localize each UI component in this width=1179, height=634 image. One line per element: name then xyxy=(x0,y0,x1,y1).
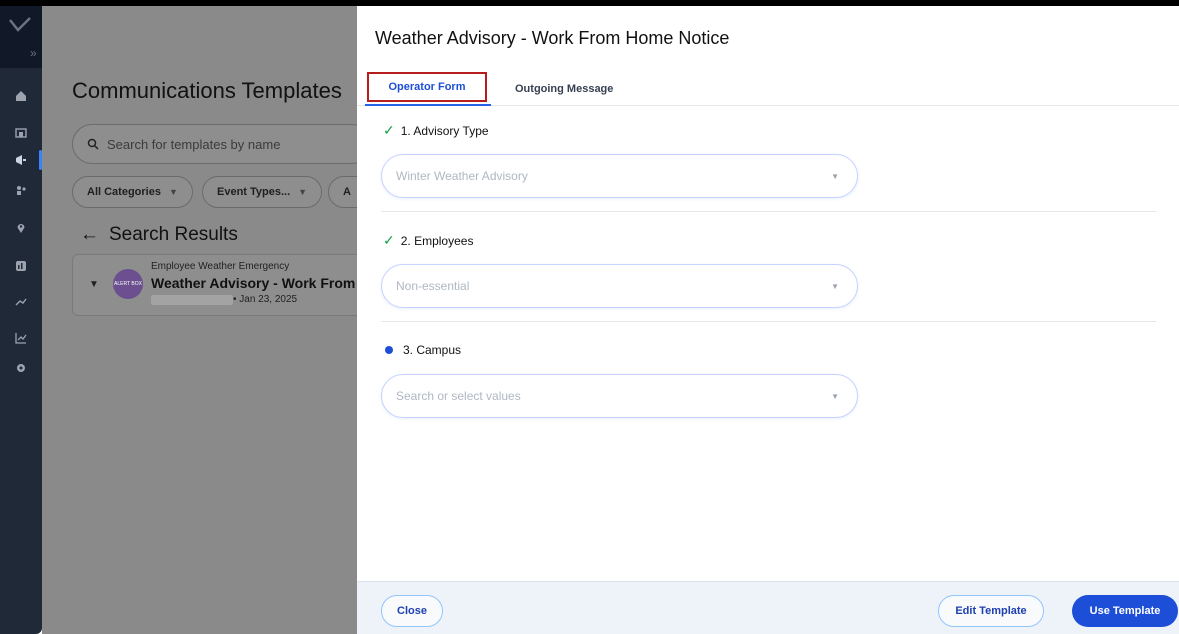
section-campus: 3. Campus xyxy=(383,343,461,357)
select-value: Winter Weather Advisory xyxy=(396,169,528,183)
modal-footer: Close Edit Template Use Template xyxy=(357,581,1179,634)
advisory-type-select[interactable]: Winter Weather Advisory ▼ xyxy=(381,154,858,198)
page-title: Communications Templates xyxy=(72,78,342,103)
result-name: Weather Advisory - Work From xyxy=(151,275,356,291)
campus-select[interactable]: Search or select values ▼ xyxy=(381,374,858,418)
section-advisory-type: ✓ 1. Advisory Type xyxy=(383,122,489,138)
section-employees: ✓ 2. Employees xyxy=(383,232,474,248)
search-input[interactable]: Search for templates by name xyxy=(72,124,372,164)
logo-icon xyxy=(9,17,31,32)
result-category: Employee Weather Emergency xyxy=(151,261,290,272)
filter-event-types[interactable]: Event Types... ▼ xyxy=(202,176,323,208)
dashboard-icon[interactable] xyxy=(0,254,42,278)
chevron-down-icon[interactable]: ▼ xyxy=(89,279,99,290)
chevron-down-icon: ▼ xyxy=(831,172,839,181)
edit-template-button[interactable]: Edit Template xyxy=(938,595,1044,627)
redacted-text xyxy=(151,295,233,305)
chevron-down-icon: ▼ xyxy=(831,392,839,401)
results-heading: ← Search Results xyxy=(80,224,238,245)
tab-outgoing-message[interactable]: Outgoing Message xyxy=(515,72,613,106)
app-logo: » xyxy=(0,6,42,68)
location-pin-icon[interactable] xyxy=(0,216,42,240)
background-page: Communications Templates Search for temp… xyxy=(42,6,378,634)
active-tab-indicator xyxy=(365,104,491,106)
tab-operator-form[interactable]: Operator Form xyxy=(367,72,487,102)
result-card[interactable]: ▼ ALERT BOX Employee Weather Emergency W… xyxy=(72,254,372,316)
result-date: • Jan 23, 2025 xyxy=(233,294,298,305)
home-icon[interactable] xyxy=(0,84,42,108)
routes-icon[interactable] xyxy=(0,290,42,314)
in-progress-dot-icon xyxy=(385,346,393,354)
close-button[interactable]: Close xyxy=(381,595,443,627)
select-value: Non-essential xyxy=(396,279,470,293)
search-icon xyxy=(87,138,99,150)
select-placeholder: Search or select values xyxy=(396,389,521,403)
expand-nav-icon[interactable]: » xyxy=(30,46,37,60)
modal-title: Weather Advisory - Work From Home Notice xyxy=(375,28,730,48)
filter-all-categories[interactable]: All Categories ▼ xyxy=(72,176,193,208)
check-icon: ✓ xyxy=(383,122,395,138)
use-template-button[interactable]: Use Template xyxy=(1072,595,1178,627)
divider xyxy=(381,211,1156,212)
chevron-down-icon: ▼ xyxy=(831,282,839,291)
settings-icon[interactable] xyxy=(0,356,42,380)
employees-select[interactable]: Non-essential ▼ xyxy=(381,264,858,308)
building-icon[interactable] xyxy=(0,120,42,144)
people-icon[interactable] xyxy=(0,178,42,202)
chevron-down-icon: ▼ xyxy=(298,187,308,197)
avatar: ALERT BOX xyxy=(113,269,143,299)
chevron-down-icon: ▼ xyxy=(168,187,178,197)
screen: » Communications Templates Search for te… xyxy=(0,0,1179,634)
analytics-icon[interactable] xyxy=(0,326,42,350)
search-placeholder: Search for templates by name xyxy=(107,136,281,152)
modal-tabs: Operator Form Outgoing Message xyxy=(357,72,1179,106)
app-sidebar: » xyxy=(0,6,42,634)
template-modal: Weather Advisory - Work From Home Notice… xyxy=(357,6,1179,634)
back-arrow-icon[interactable]: ← xyxy=(80,224,99,245)
divider xyxy=(381,321,1156,322)
check-icon: ✓ xyxy=(383,232,395,248)
megaphone-icon[interactable] xyxy=(0,148,42,172)
